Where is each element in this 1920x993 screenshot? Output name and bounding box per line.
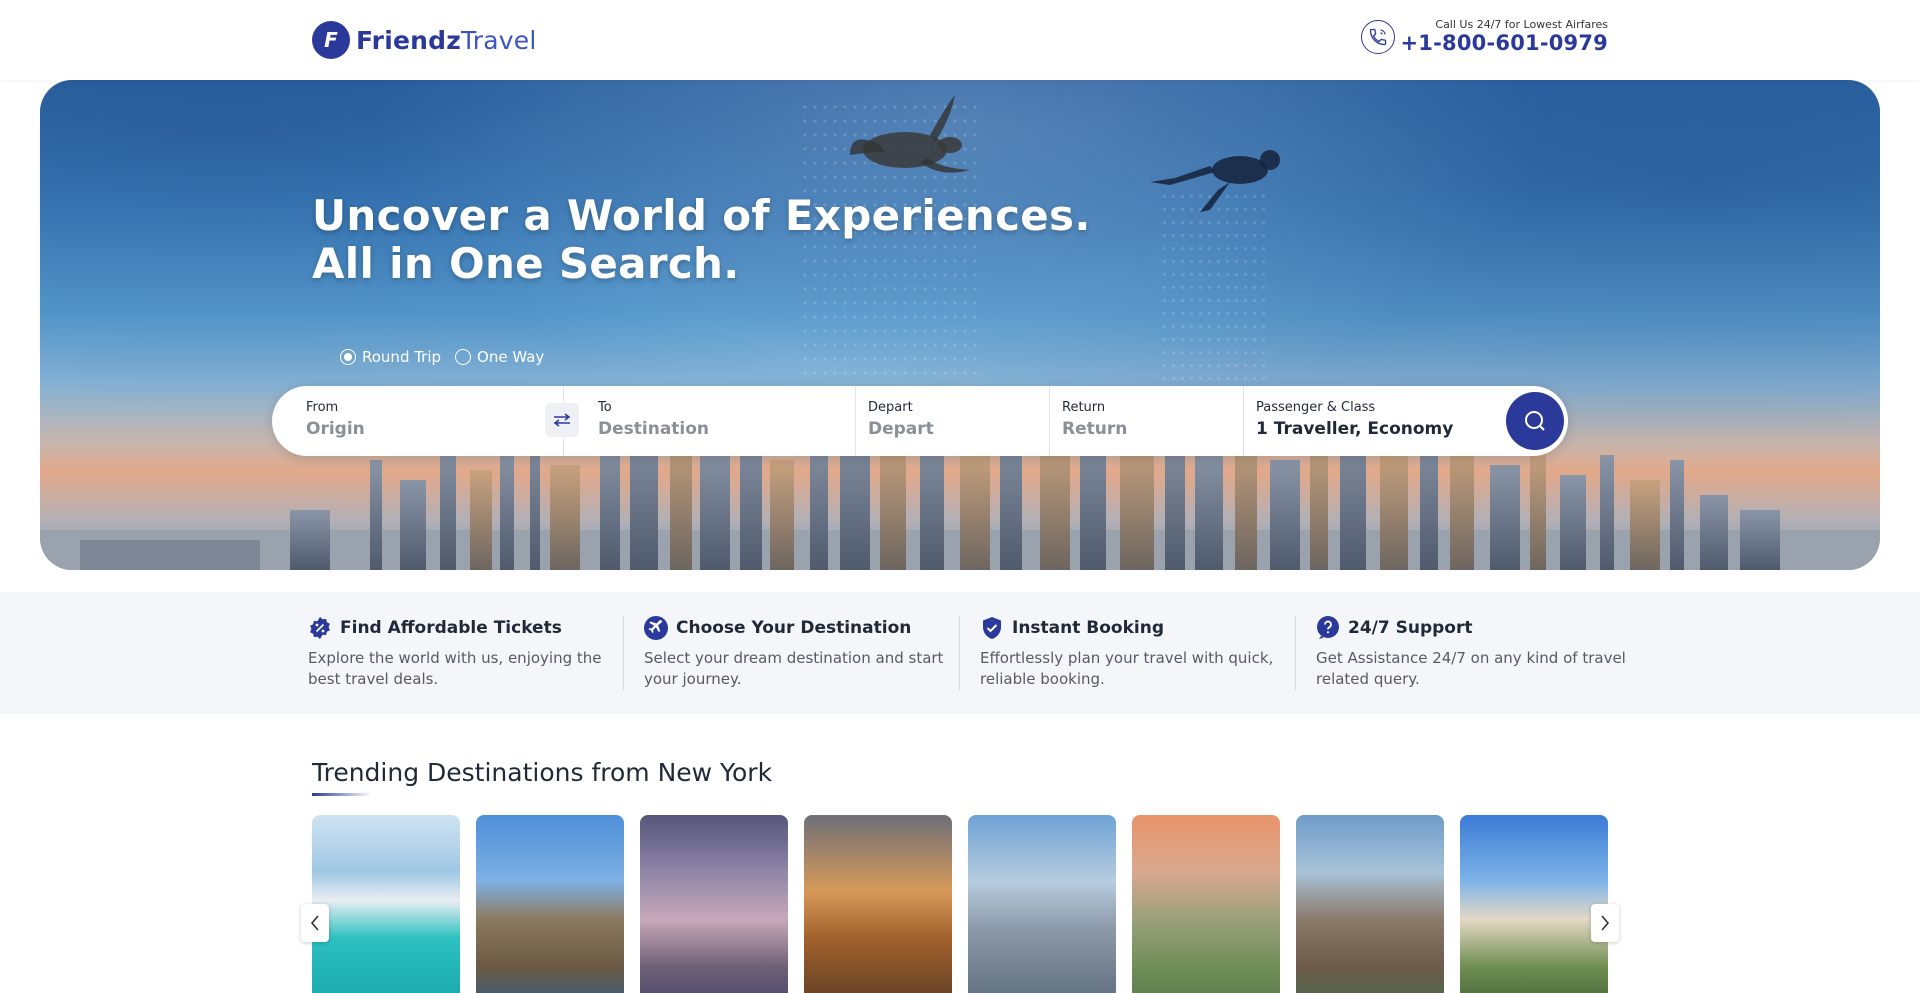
feature-title: Choose Your Destination [676,618,912,638]
feature-choose-destination: Choose Your Destination Select your drea… [644,616,964,690]
feature-instant-booking: Instant Booking Effortlessly plan your t… [980,616,1300,690]
divider [623,616,624,690]
chevron-left-icon [310,915,319,931]
feature-desc: Effortlessly plan your travel with quick… [980,649,1274,688]
carousel-prev-button[interactable] [301,904,329,942]
swap-icon [553,413,571,427]
feature-title: 24/7 Support [1348,618,1473,638]
depart-field[interactable]: Depart Depart [856,386,1050,456]
plane-icon [644,616,668,640]
search-button[interactable] [1506,392,1564,450]
site-header: F FriendzTravel Call Us 24/7 for Lowest … [0,0,1920,80]
shield-check-icon [980,616,1004,640]
carousel-next-button[interactable] [1591,904,1619,942]
hero-banner: Uncover a World of Experiences. All in O… [40,80,1880,570]
feature-desc: Explore the world with us, enjoying the … [308,649,602,688]
sea-turtle-image [850,95,970,173]
question-icon [1316,616,1340,640]
destination-card[interactable] [1132,815,1280,993]
destination-card[interactable] [804,815,952,993]
destination-carousel [312,815,1608,993]
feature-title: Find Affordable Tickets [340,618,562,638]
section-title: Trending Destinations from New York [312,758,773,787]
logo-mark-icon: F [312,21,350,59]
destination-card[interactable] [968,815,1116,993]
call-number[interactable]: +1-800-601-0979 [1401,31,1608,55]
feature-affordable-tickets: Find Affordable Tickets Explore the worl… [308,616,628,690]
from-field[interactable]: From Origin [272,386,579,456]
radio-round-trip[interactable]: Round Trip [340,348,441,366]
percent-badge-icon [308,616,332,640]
passenger-class-field[interactable]: Passenger & Class 1 Traveller, Economy [1244,386,1504,456]
hero-title: Uncover a World of Experiences. All in O… [312,191,1091,288]
search-icon [1525,411,1545,431]
destination-card[interactable] [1296,815,1444,993]
radio-unselected-icon [455,349,472,365]
return-field[interactable]: Return Return [1050,386,1244,456]
chevron-right-icon [1601,915,1610,931]
logo-text: FriendzTravel [356,25,537,55]
to-field[interactable]: To Destination [564,386,856,456]
features-strip: Find Affordable Tickets Explore the worl… [0,592,1920,714]
feature-desc: Select your dream destination and start … [644,649,944,688]
destination-card[interactable] [476,815,624,993]
flight-search-bar: From Origin To Destination Depart Depart… [272,386,1568,456]
radio-selected-icon [340,349,356,365]
destination-card[interactable] [640,815,788,993]
feature-desc: Get Assistance 24/7 on any kind of trave… [1316,649,1626,688]
logo[interactable]: F FriendzTravel [312,21,537,59]
feature-title: Instant Booking [1012,618,1165,638]
swap-button[interactable] [545,403,579,437]
feature-support: 24/7 Support Get Assistance 24/7 on any … [1316,616,1636,690]
destination-card[interactable] [312,815,460,993]
call-us[interactable]: Call Us 24/7 for Lowest Airfares +1-800-… [1360,18,1608,55]
call-label: Call Us 24/7 for Lowest Airfares [1435,18,1608,31]
divider [959,616,960,690]
diver-image [1150,150,1280,212]
radio-one-way[interactable]: One Way [455,348,544,366]
destination-card[interactable] [1460,815,1608,993]
trip-type-selector: Round Trip One Way [340,348,544,366]
title-underline [312,793,372,796]
phone-icon [1360,19,1395,54]
divider [1295,616,1296,690]
